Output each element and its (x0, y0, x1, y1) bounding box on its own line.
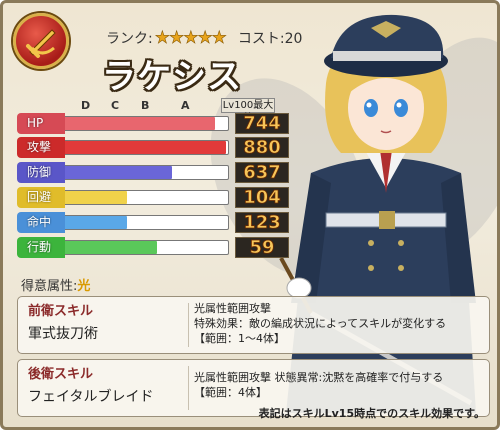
skill-desc-line: 光属性範囲攻撃 状態異常:沈黙を高確率で付与する (194, 371, 444, 384)
stat-value: 744 (235, 113, 289, 134)
front-skill-description: 光属性範囲攻撃 特殊効果：敵の編成状況によってスキルが変化する 【範囲：1～4体… (194, 301, 446, 346)
grade-label-b: B (141, 99, 150, 112)
stat-row: 回避 104 (17, 187, 289, 208)
rank-stars: ★★★★★ (154, 28, 227, 49)
stat-bar-fill (62, 166, 172, 179)
grade-label-a: A (181, 99, 190, 112)
front-skill-name: 軍式抜刀術 (28, 326, 98, 342)
sword-emblem-icon (13, 13, 69, 69)
back-skill-name: フェイタルブレイド (28, 389, 154, 405)
stat-label: 攻撃 (17, 137, 65, 158)
stat-bar-fill (62, 141, 227, 154)
affinity-line: 得意属性:光 (21, 275, 90, 294)
stat-bar-fill (62, 117, 215, 130)
skill-desc-line: 【範囲：1～4体】 (194, 332, 285, 345)
back-skill-category: 後衛スキル (28, 367, 94, 382)
stat-bar-fill (62, 241, 157, 254)
stat-value: 123 (235, 212, 289, 233)
stat-bar-track (61, 190, 229, 205)
front-skill-category: 前衛スキル (28, 304, 94, 319)
stat-value: 880 (235, 137, 289, 158)
stat-row: 命中 123 (17, 212, 289, 233)
stat-bar-track (61, 215, 229, 230)
stat-bar-track (61, 165, 229, 180)
stat-bar-fill (62, 216, 127, 229)
stat-value: 104 (235, 187, 289, 208)
front-skill-box: 前衛スキル 軍式抜刀術 光属性範囲攻撃 特殊効果：敵の編成状況によってスキルが変… (17, 296, 490, 354)
cost-text: コスト:20 (237, 31, 303, 47)
stat-row: 行動 59 (17, 237, 289, 258)
stat-bar-track (61, 240, 229, 255)
level-max-label: Lv100最大値 (221, 98, 275, 124)
stat-bar-track (61, 116, 229, 131)
stat-row: 防御 637 (17, 162, 289, 183)
stat-label: 命中 (17, 212, 65, 233)
skill-desc-line: 【範囲：4体】 (194, 386, 267, 399)
skill-desc-line: 光属性範囲攻撃 (194, 302, 271, 315)
affinity-label: 得意属性: (21, 279, 78, 294)
grade-label-d: D (81, 99, 91, 112)
character-name: ラケシス (102, 57, 242, 97)
stat-value: 637 (235, 162, 289, 183)
stat-label: HP (17, 113, 65, 134)
stat-label: 回避 (17, 187, 65, 208)
character-card: ランク: ★★★★★ コスト:20 ラケシス D C B A Lv100最大値 … (0, 0, 500, 430)
rank-label: ランク: (106, 31, 153, 47)
stat-row: 攻撃 880 (17, 137, 289, 158)
rank-line: ランク: ★★★★★ コスト:20 (106, 28, 303, 49)
skill-desc-line: 特殊効果：敵の編成状況によってスキルが変化する (194, 317, 447, 330)
stat-label: 防御 (17, 162, 65, 183)
back-skill-description: 光属性範囲攻撃 状態異常:沈黙を高確率で付与する 【範囲：4体】 (194, 370, 443, 400)
stat-value: 59 (235, 237, 289, 258)
stat-bar-fill (62, 191, 127, 204)
stat-row: HP 744 (17, 113, 289, 134)
stat-bar-track (61, 140, 229, 155)
affinity-value: 光 (77, 279, 91, 294)
grade-label-c: C (111, 99, 120, 112)
stat-label: 行動 (17, 237, 65, 258)
skill-level-footnote: 表記はスキルLv15時点でのスキル効果です。 (258, 407, 485, 420)
